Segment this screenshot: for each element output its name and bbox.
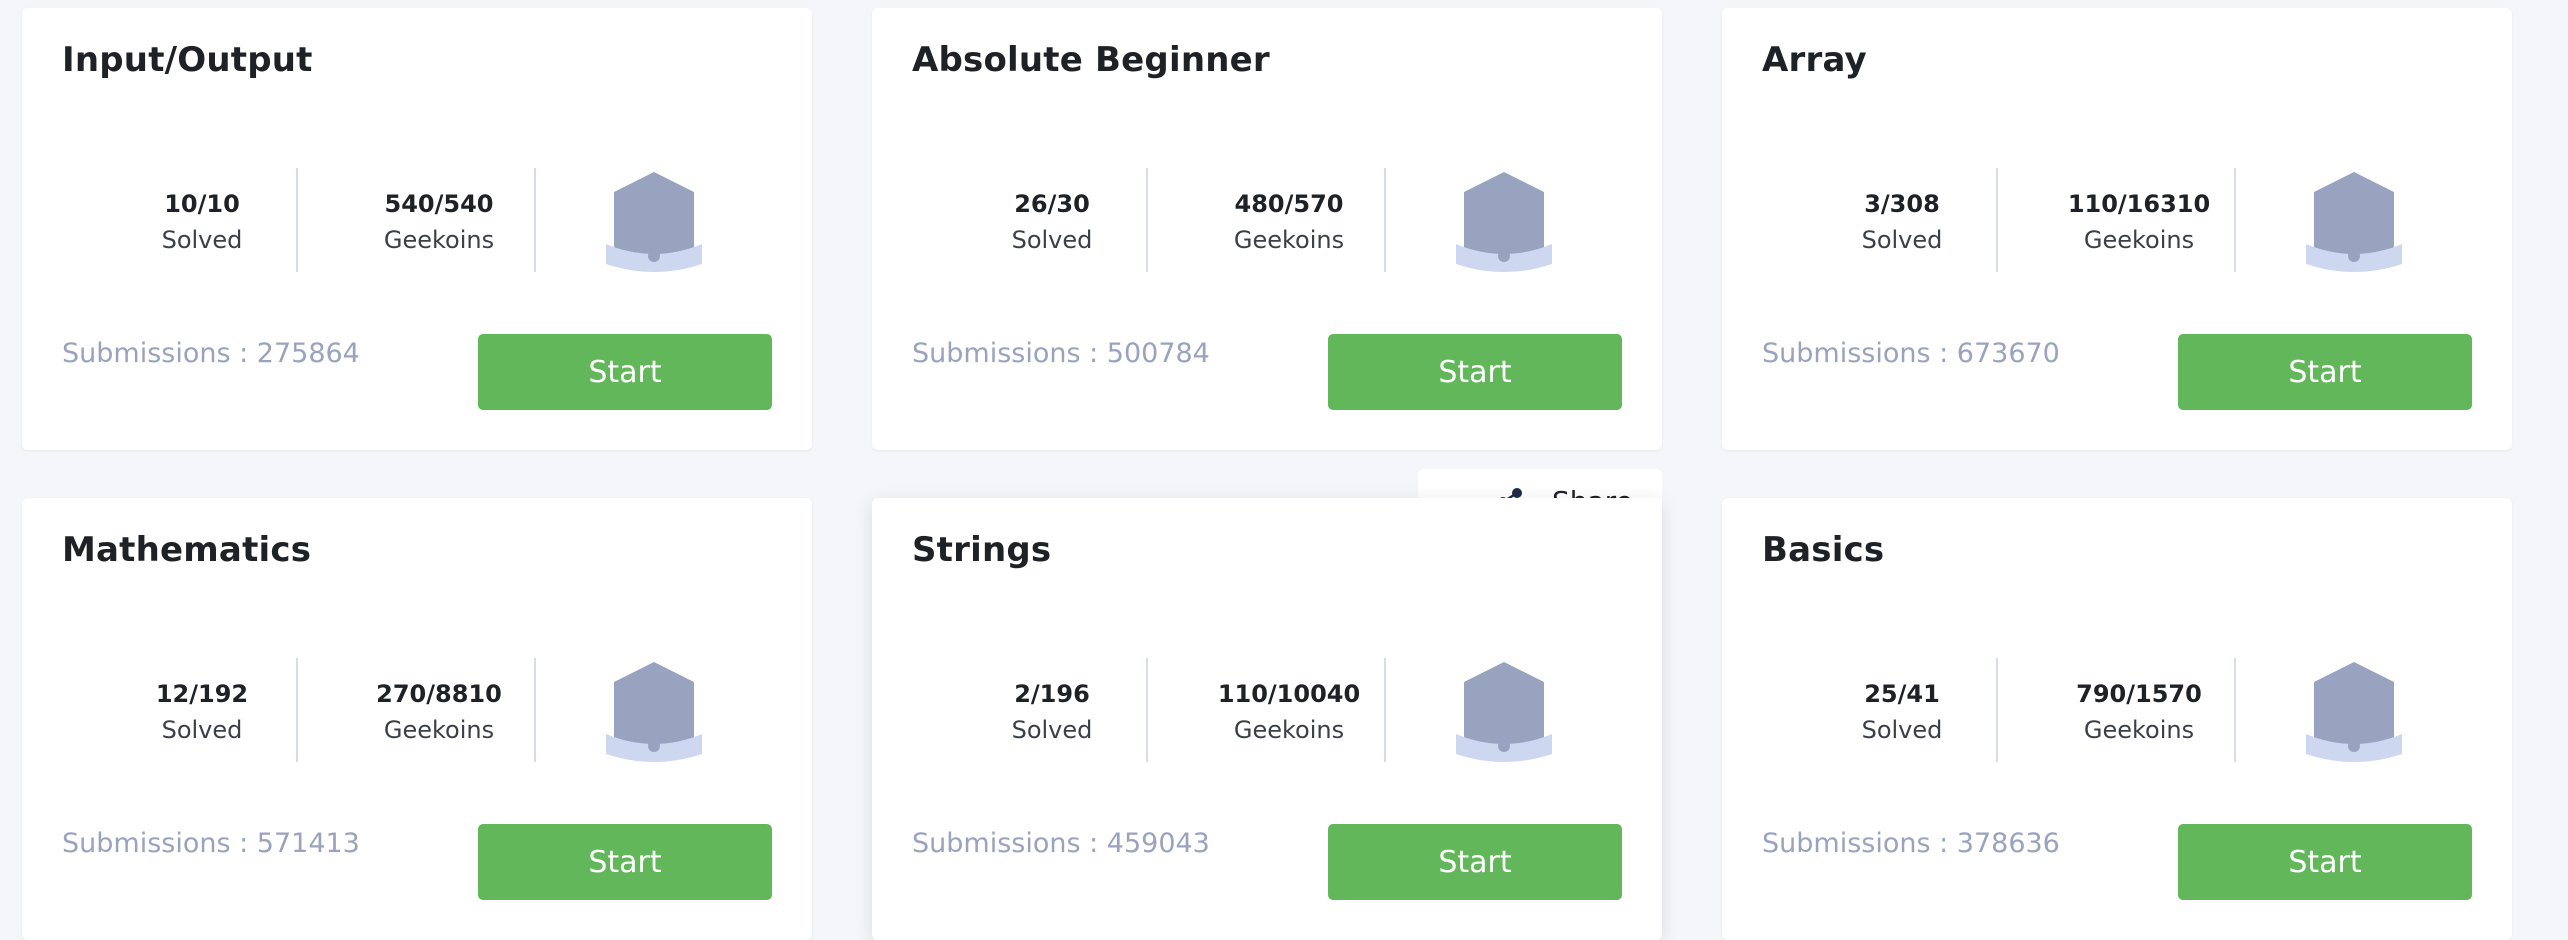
stat-divider	[296, 658, 298, 762]
geekoins-value: 480/570	[1234, 190, 1344, 218]
geekoins-stat: 110/16310 Geekoins	[2039, 186, 2239, 258]
stat-divider	[1146, 168, 1148, 272]
start-button[interactable]: Start	[1328, 334, 1622, 410]
badge-icon	[1456, 662, 1552, 762]
stat-divider	[1996, 168, 1998, 272]
geekoins-label: Geekoins	[1233, 716, 1345, 744]
card-title: Absolute Beginner	[912, 40, 1270, 80]
solved-value: 25/41	[1864, 680, 1940, 708]
solved-stat: 3/308 Solved	[1802, 186, 2002, 258]
stat-divider	[2234, 658, 2236, 762]
course-card: Array 3/308 Solved 110/16310 Geekoins Su…	[1722, 8, 2512, 450]
geekoins-value: 110/10040	[1217, 680, 1361, 708]
course-card: Basics 25/41 Solved 790/1570 Geekoins Su…	[1722, 498, 2512, 940]
geekoins-stat: 270/8810 Geekoins	[339, 676, 539, 748]
stat-divider	[534, 168, 536, 272]
stat-divider	[1384, 168, 1386, 272]
geekoins-label: Geekoins	[383, 226, 495, 254]
geekoins-stat: 540/540 Geekoins	[339, 186, 539, 258]
stat-divider	[2234, 168, 2236, 272]
course-card: Input/Output 10/10 Solved 540/540 Geekoi…	[22, 8, 812, 450]
solved-label: Solved	[1011, 226, 1093, 254]
solved-stat: 2/196 Solved	[952, 676, 1152, 748]
stat-divider	[1146, 658, 1148, 762]
start-button[interactable]: Start	[478, 334, 772, 410]
solved-value: 10/10	[164, 190, 240, 218]
solved-label: Solved	[1011, 716, 1093, 744]
start-button[interactable]: Start	[2178, 824, 2472, 900]
solved-label: Solved	[161, 226, 243, 254]
solved-value: 2/196	[1014, 680, 1090, 708]
geekoins-value: 790/1570	[2076, 680, 2202, 708]
badge-icon	[606, 172, 702, 272]
badge-icon	[2306, 172, 2402, 272]
submissions-count: Submissions : 459043	[912, 828, 1210, 859]
stat-divider	[1996, 658, 1998, 762]
card-title: Basics	[1762, 530, 1885, 570]
solved-stat: 12/192 Solved	[102, 676, 302, 748]
solved-value: 12/192	[155, 680, 249, 708]
start-button[interactable]: Start	[1328, 824, 1622, 900]
card-title: Array	[1762, 40, 1867, 80]
submissions-count: Submissions : 673670	[1762, 338, 2060, 369]
course-card: Strings 2/196 Solved 110/10040 Geekoins …	[872, 498, 1662, 940]
start-button[interactable]: Start	[2178, 334, 2472, 410]
solved-stat: 26/30 Solved	[952, 186, 1152, 258]
geekoins-stat: 480/570 Geekoins	[1189, 186, 1389, 258]
geekoins-label: Geekoins	[383, 716, 495, 744]
solved-value: 3/308	[1864, 190, 1940, 218]
geekoins-stat: 110/10040 Geekoins	[1189, 676, 1389, 748]
badge-icon	[1456, 172, 1552, 272]
geekoins-label: Geekoins	[1233, 226, 1345, 254]
badge-icon	[606, 662, 702, 762]
solved-label: Solved	[1861, 226, 1943, 254]
solved-label: Solved	[161, 716, 243, 744]
submissions-count: Submissions : 378636	[1762, 828, 2060, 859]
geekoins-label: Geekoins	[2083, 716, 2195, 744]
solved-value: 26/30	[1014, 190, 1090, 218]
stat-divider	[1384, 658, 1386, 762]
solved-stat: 25/41 Solved	[1802, 676, 2002, 748]
submissions-count: Submissions : 571413	[62, 828, 360, 859]
badge-icon	[2306, 662, 2402, 762]
stat-divider	[534, 658, 536, 762]
course-card: Mathematics 12/192 Solved 270/8810 Geeko…	[22, 498, 812, 940]
geekoins-stat: 790/1570 Geekoins	[2039, 676, 2239, 748]
card-title: Strings	[912, 530, 1052, 570]
start-button[interactable]: Start	[478, 824, 772, 900]
geekoins-value: 110/16310	[2067, 190, 2211, 218]
course-card: Absolute Beginner 26/30 Solved 480/570 G…	[872, 8, 1662, 450]
stat-divider	[296, 168, 298, 272]
solved-label: Solved	[1861, 716, 1943, 744]
geekoins-label: Geekoins	[2083, 226, 2195, 254]
solved-stat: 10/10 Solved	[102, 186, 302, 258]
geekoins-value: 270/8810	[376, 680, 502, 708]
submissions-count: Submissions : 275864	[62, 338, 360, 369]
geekoins-value: 540/540	[384, 190, 494, 218]
card-title: Mathematics	[62, 530, 312, 570]
card-title: Input/Output	[62, 40, 313, 80]
submissions-count: Submissions : 500784	[912, 338, 1210, 369]
